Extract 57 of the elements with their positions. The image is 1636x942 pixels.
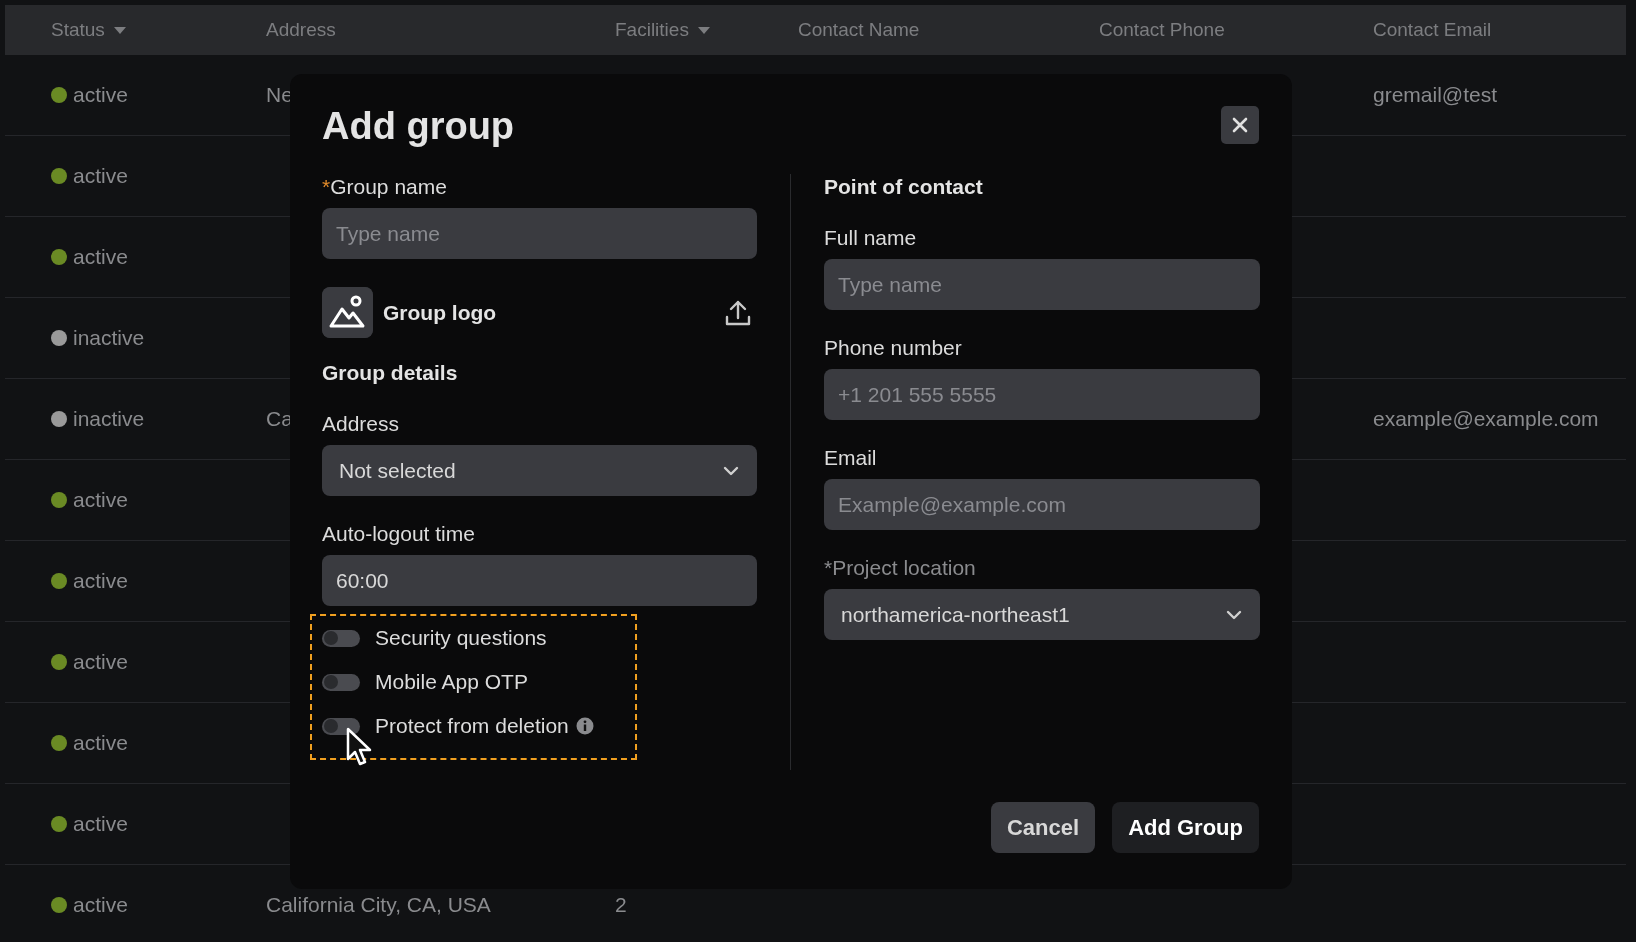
chevron-down-icon xyxy=(1226,609,1242,620)
toggle-label: Protect from deletion xyxy=(375,714,569,738)
field-label: Auto-logout time xyxy=(322,521,476,547)
column-header[interactable]: Contact Phone xyxy=(1099,19,1373,41)
status-text: active xyxy=(73,164,128,188)
status-text: active xyxy=(73,893,128,917)
field-label: Full name xyxy=(824,225,918,251)
column-header[interactable]: Contact Name xyxy=(798,19,1099,41)
column-header[interactable]: Address xyxy=(266,19,615,41)
status-text: active xyxy=(73,245,128,269)
column-header[interactable]: Status xyxy=(51,19,266,41)
text-field[interactable]: +1 201 555 5555 xyxy=(824,369,1260,420)
dropdown-select[interactable]: Not selected xyxy=(322,445,757,496)
text-field[interactable]: Example@example.com xyxy=(824,479,1260,530)
table-cell: gremail@test xyxy=(1373,83,1498,106)
status-text: active xyxy=(73,812,128,836)
field-label: *Project location xyxy=(824,555,977,581)
status-text: active xyxy=(73,731,128,755)
add-group-button[interactable]: Add Group xyxy=(1112,802,1259,853)
status-text: active xyxy=(73,650,128,674)
field-label: Phone number xyxy=(824,335,963,361)
close-icon xyxy=(1232,117,1248,133)
mouse-cursor-icon xyxy=(346,727,372,767)
section-heading: Point of contact xyxy=(824,174,984,200)
status-text: inactive xyxy=(73,407,145,431)
text-field[interactable]: Type name xyxy=(824,259,1260,310)
cancel-button[interactable]: Cancel xyxy=(990,802,1096,853)
status-text: active xyxy=(73,83,128,107)
column-header[interactable]: Facilities xyxy=(615,19,798,41)
status-text: active xyxy=(73,569,128,593)
table-cell: California City, CA, USA xyxy=(266,893,491,916)
field-label: Email xyxy=(824,445,878,471)
dropdown-select[interactable]: northamerica-northeast1 xyxy=(824,589,1260,640)
group-logo-label: Group logo xyxy=(383,299,497,326)
toggle-label: Mobile App OTP xyxy=(375,670,528,694)
caret-down-icon xyxy=(112,25,127,35)
status-text: active xyxy=(73,488,128,512)
mountain-image-icon xyxy=(322,287,373,338)
info-icon xyxy=(575,717,594,735)
table-cell: 2 xyxy=(615,893,627,916)
upload-icon[interactable] xyxy=(725,298,751,327)
toggle-switch[interactable] xyxy=(322,673,360,691)
toggle-switch[interactable] xyxy=(322,717,360,735)
text-field[interactable]: 60:00 xyxy=(322,555,757,606)
field-label: *Group name xyxy=(322,174,448,200)
caret-down-icon xyxy=(696,25,711,35)
dialog-title: Add group xyxy=(322,106,515,146)
column-header[interactable]: Contact Email xyxy=(1373,19,1626,41)
section-heading: Group details xyxy=(322,360,459,386)
status-text: inactive xyxy=(73,326,145,350)
toggle-switch[interactable] xyxy=(322,629,360,647)
toggle-label: Security questions xyxy=(375,626,547,650)
chevron-down-icon xyxy=(723,465,739,476)
table-cell: example@example.com xyxy=(1373,407,1599,430)
text-field[interactable]: Type name xyxy=(322,208,757,259)
close-button[interactable] xyxy=(1221,106,1259,144)
field-label: Address xyxy=(322,411,401,437)
